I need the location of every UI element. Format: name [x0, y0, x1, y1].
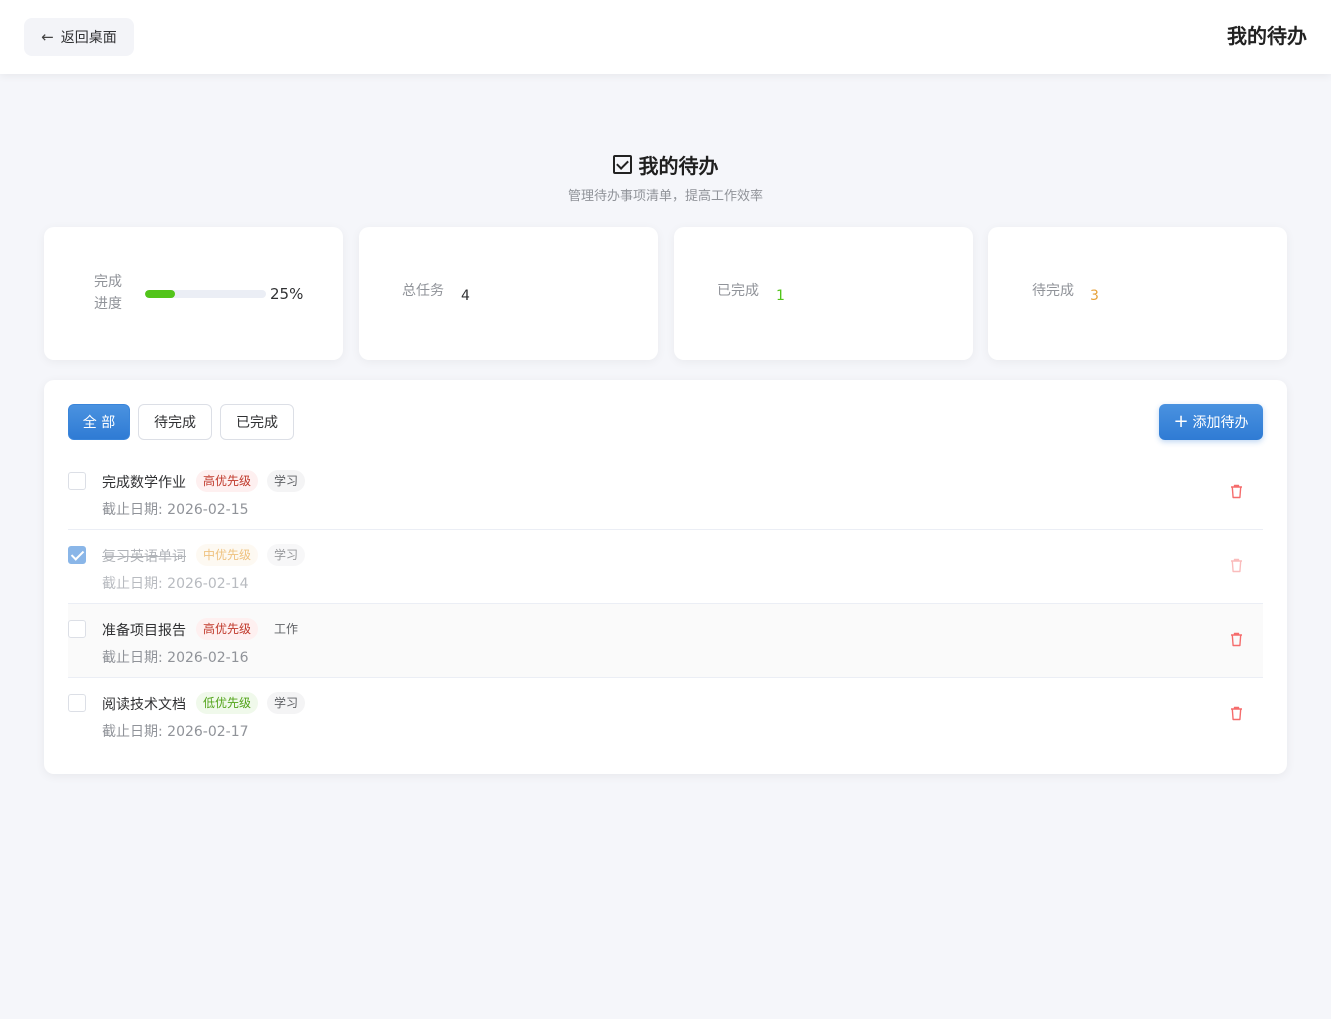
category-tag: 学习: [267, 544, 306, 566]
checkbox-icon: [612, 155, 632, 174]
done-value: 1: [776, 288, 785, 304]
done-label: 已完成: [717, 283, 759, 299]
trash-icon[interactable]: [1230, 706, 1243, 721]
todo-item: 阅读技术文档 低优先级 学习 截止日期: 2026-02-17: [68, 678, 1263, 752]
page-subtitle: 管理待办事项清单，提高工作效率: [567, 189, 763, 204]
todo-checkbox[interactable]: [68, 694, 86, 712]
progress-bar: [145, 290, 266, 298]
progress-percent: 25%: [270, 285, 304, 303]
todo-item: 准备项目报告 高优先级 工作 截止日期: 2026-02-16: [68, 604, 1263, 678]
arrow-left-icon: ←: [41, 28, 54, 46]
total-card: 总任务 4: [359, 227, 658, 360]
todo-due-date: 截止日期: 2026-02-17: [102, 724, 249, 740]
total-value: 4: [461, 288, 470, 304]
plus-icon: +: [1173, 411, 1189, 432]
pending-label: 待完成: [1032, 283, 1074, 299]
total-label: 总任务: [402, 283, 444, 299]
todo-due-date: 截止日期: 2026-02-15: [102, 502, 249, 518]
progress-bar-fill: [145, 290, 176, 298]
add-todo-label: 添加待办: [1192, 415, 1249, 431]
todo-title: 复习英语单词: [102, 549, 186, 565]
back-to-desktop-button[interactable]: ← 返回桌面: [24, 18, 134, 56]
filter-pending-button[interactable]: 待完成: [138, 404, 212, 440]
priority-tag: 中优先级: [196, 544, 259, 566]
todo-due-date: 截止日期: 2026-02-14: [102, 576, 249, 592]
back-button-label: 返回桌面: [60, 30, 117, 46]
todo-item: 复习英语单词 中优先级 学习 截止日期: 2026-02-14: [68, 530, 1263, 604]
pending-value: 3: [1090, 288, 1099, 304]
todo-title: 完成数学作业: [102, 475, 186, 491]
todo-list-panel: 全 部 待完成 已完成 + 添加待办 完成数学作业 高优先级 学习 截止日期: …: [44, 380, 1287, 774]
todo-title: 准备项目报告: [102, 623, 186, 639]
top-bar: ← 返回桌面 我的待办: [0, 0, 1331, 74]
progress-label: 完成进度: [94, 274, 122, 312]
progress-card: 完成进度 25%: [44, 227, 343, 360]
page-heading: 我的待办 管理待办事项清单，提高工作效率: [0, 150, 1331, 204]
category-tag: 工作: [274, 622, 299, 636]
filter-all-button[interactable]: 全 部: [68, 404, 130, 440]
priority-tag: 高优先级: [196, 470, 259, 492]
page-title: 我的待办: [638, 154, 719, 178]
window-title: 我的待办: [1227, 24, 1307, 48]
filter-done-button[interactable]: 已完成: [220, 404, 294, 440]
trash-icon[interactable]: [1230, 484, 1243, 499]
todo-checkbox[interactable]: [68, 472, 86, 490]
category-tag: 学习: [267, 692, 306, 714]
trash-icon[interactable]: [1230, 632, 1243, 647]
done-card: 已完成 1: [674, 227, 973, 360]
category-tag: 学习: [267, 470, 306, 492]
priority-tag: 低优先级: [196, 692, 259, 714]
todo-title: 阅读技术文档: [102, 697, 186, 713]
todo-due-date: 截止日期: 2026-02-16: [102, 650, 249, 666]
todo-item: 完成数学作业 高优先级 学习 截止日期: 2026-02-15: [68, 456, 1263, 530]
pending-card: 待完成 3: [988, 227, 1287, 360]
trash-icon[interactable]: [1230, 558, 1243, 573]
page-title-row: 我的待办: [612, 150, 719, 179]
todo-checkbox[interactable]: [68, 546, 86, 564]
add-todo-button[interactable]: + 添加待办: [1159, 404, 1263, 440]
todo-checkbox[interactable]: [68, 620, 86, 638]
priority-tag: 高优先级: [196, 618, 259, 640]
